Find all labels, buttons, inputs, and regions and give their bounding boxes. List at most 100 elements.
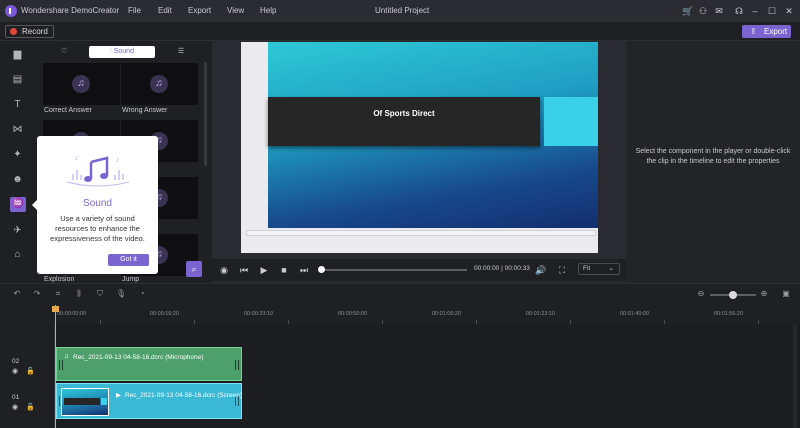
play-icon[interactable]: ▶ xyxy=(259,264,269,276)
title-banner[interactable] xyxy=(268,97,540,146)
microphone-icon[interactable]: 🎙 xyxy=(115,288,127,300)
timeline-ruler[interactable] xyxy=(0,305,800,325)
undo-icon[interactable]: ↶ xyxy=(11,288,23,300)
text-icon[interactable]: T xyxy=(10,98,25,111)
animation-icon[interactable]: ✈ xyxy=(10,224,25,237)
lock-icon[interactable]: 🔓 xyxy=(26,367,35,375)
record-button[interactable]: Record xyxy=(5,25,54,38)
app-logo-icon xyxy=(5,5,17,17)
search-icon: ⌕ xyxy=(191,264,197,274)
video-clip-icon: ▶ xyxy=(116,392,121,399)
sound-nav-icon[interactable]: ♒ xyxy=(10,197,26,212)
volume-icon[interactable]: 🔊 xyxy=(535,264,547,276)
list-icon: ☰ xyxy=(177,48,185,55)
user-icon[interactable]: ⚇ xyxy=(697,5,709,17)
eye-icon[interactable]: ◉ xyxy=(12,403,18,411)
zoom-slider-knob[interactable] xyxy=(729,291,737,299)
list-view-tab[interactable]: ☰ xyxy=(156,46,206,58)
menu-view[interactable]: View xyxy=(227,6,244,15)
menu-export[interactable]: Export xyxy=(188,6,211,15)
playback-progress-knob[interactable] xyxy=(318,266,325,273)
ruler-tick-label: 00:01:06:20 xyxy=(432,311,462,317)
effects-wand-icon[interactable]: ✦ xyxy=(10,148,25,161)
zoom-out-icon[interactable]: ⊖ xyxy=(695,288,707,300)
timeline-scrollbar[interactable] xyxy=(793,325,797,428)
playhead-handle[interactable] xyxy=(52,306,59,312)
playhead-line[interactable] xyxy=(55,305,56,428)
export-label: Export xyxy=(764,27,788,36)
mail-icon[interactable]: ✉ xyxy=(713,5,725,17)
ruler-tick-label: 00:00:00:00 xyxy=(57,311,87,317)
previous-frame-icon[interactable]: ⏮ xyxy=(239,264,249,276)
clip-trim-handle-right[interactable] xyxy=(235,360,239,370)
sound-tab[interactable]: ⫶ Sound xyxy=(89,46,155,58)
store-icon[interactable]: ⌂ xyxy=(10,248,25,261)
screenshot-camera-icon[interactable]: ◉ xyxy=(218,264,230,276)
playback-progress-track[interactable] xyxy=(321,269,467,271)
redo-icon[interactable]: ↷ xyxy=(31,288,43,300)
library-scrollbar[interactable] xyxy=(204,62,207,166)
got-it-button[interactable]: Got it xyxy=(108,254,149,266)
chevron-down-icon: ⌄ xyxy=(608,265,614,272)
menu-help[interactable]: Help xyxy=(260,6,276,15)
fit-timeline-icon[interactable]: ▣ xyxy=(780,288,792,300)
heart-icon: ♡ xyxy=(60,48,68,55)
svg-text:♪: ♪ xyxy=(75,155,79,162)
sound-item-wrong-answer[interactable]: ♫ xyxy=(121,63,198,105)
slide-title: Of Sports Direct xyxy=(373,109,435,118)
properties-hint: Select the component in the player or do… xyxy=(635,148,791,165)
microphone-clip-label: Rec_2021-09-13 04-58-16.dcrc (Microphone… xyxy=(73,354,204,361)
music-note-icon: ♫ xyxy=(77,78,85,89)
speed-icon[interactable]: ◔ xyxy=(136,288,148,300)
search-button[interactable]: ⌕ xyxy=(186,261,202,277)
favorites-tab[interactable]: ♡ xyxy=(40,46,88,58)
app-name: Wondershare DemoCreator xyxy=(21,6,120,15)
marker-icon[interactable]: ⛉ xyxy=(94,288,106,300)
menu-file[interactable]: File xyxy=(128,6,141,15)
svg-text:♪: ♪ xyxy=(116,157,120,164)
caption-icon[interactable]: ▤ xyxy=(10,73,25,86)
ruler-tick-label: 00:00:16:20 xyxy=(150,311,180,317)
tooltip-title: Sound xyxy=(83,198,112,209)
eye-icon[interactable]: ◉ xyxy=(12,367,18,375)
ruler-tick-label: 00:01:23:10 xyxy=(526,311,556,317)
sound-item-correct-answer[interactable]: ♫ xyxy=(43,63,120,105)
stop-icon[interactable]: ■ xyxy=(279,264,289,276)
maximize-icon[interactable]: ☐ xyxy=(766,5,778,17)
next-frame-icon[interactable]: ⏭ xyxy=(299,264,309,276)
support-icon[interactable]: ☊ xyxy=(733,5,745,17)
minimize-icon[interactable]: – xyxy=(749,5,761,17)
record-label: Record xyxy=(22,27,48,36)
lock-icon[interactable]: 🔓 xyxy=(26,403,35,411)
fullscreen-icon[interactable]: ⛶ xyxy=(556,264,568,276)
ruler-tick-label: 00:00:33:10 xyxy=(244,311,274,317)
transition-icon[interactable]: ⋈ xyxy=(10,123,25,136)
fit-label: Fit xyxy=(583,265,591,272)
ruler-tick-label: 00:00:50:00 xyxy=(338,311,368,317)
top-toolbar: Record ⇪ Export xyxy=(0,22,800,41)
folder-icon[interactable]: ▆ xyxy=(10,48,25,61)
sticker-icon[interactable]: ☻ xyxy=(10,173,25,186)
sound-item-label: Explosion xyxy=(44,276,75,283)
clip-trim-handle-left[interactable] xyxy=(59,360,63,370)
sound-item-label: Correct Answer xyxy=(44,107,92,114)
screen-clip-thumbnail xyxy=(61,388,109,416)
crop-icon[interactable]: ⌗ xyxy=(52,288,64,300)
fit-dropdown[interactable]: Fit ⌄ xyxy=(578,263,620,275)
title-bar: Wondershare DemoCreator File Edit Export… xyxy=(0,0,800,22)
menu-edit[interactable]: Edit xyxy=(158,6,172,15)
microphone-clip[interactable] xyxy=(56,347,242,381)
cyan-shape[interactable] xyxy=(544,97,598,146)
audio-clip-icon: ♫ xyxy=(64,353,69,360)
track-number: 01 xyxy=(12,394,20,401)
close-icon[interactable]: ✕ xyxy=(783,5,795,17)
ruler-tick-label: 00:01:56:20 xyxy=(714,311,744,317)
project-title: Untitled Project xyxy=(375,6,430,15)
canvas-scrollbar xyxy=(246,230,596,236)
split-icon[interactable]: ⫼ xyxy=(73,288,85,300)
cart-icon[interactable]: 🛒 xyxy=(682,5,694,17)
sound-item-label: Jump xyxy=(122,276,140,283)
zoom-in-icon[interactable]: ⊕ xyxy=(758,288,770,300)
timecode: 00:00:00 | 00:00:33 xyxy=(474,265,530,272)
export-button[interactable]: ⇪ Export xyxy=(742,25,791,38)
